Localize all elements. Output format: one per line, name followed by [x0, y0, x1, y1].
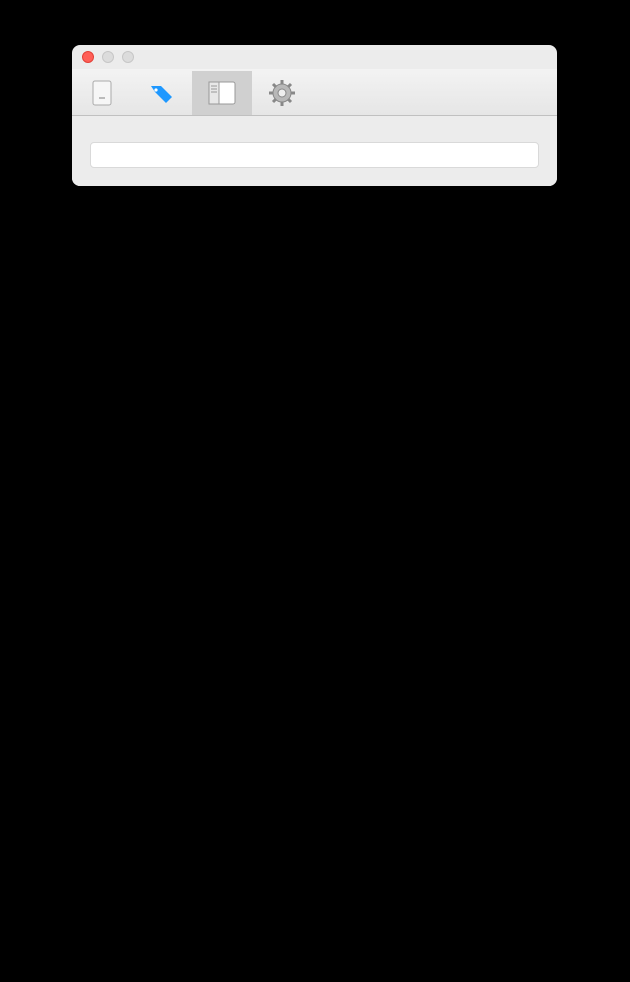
general-icon [86, 77, 118, 109]
gear-icon [266, 77, 298, 109]
sidebar-icon [206, 77, 238, 109]
tab-advanced[interactable] [252, 71, 312, 115]
content-area [72, 116, 557, 186]
close-button[interactable] [82, 51, 94, 63]
titlebar[interactable] [72, 45, 557, 69]
tab-tags[interactable] [132, 71, 192, 115]
tab-sidebar[interactable] [192, 71, 252, 115]
tab-general[interactable] [72, 71, 132, 115]
window-controls [82, 51, 134, 63]
minimize-button[interactable] [102, 51, 114, 63]
zoom-button[interactable] [122, 51, 134, 63]
tags-icon [146, 77, 178, 109]
preferences-window [72, 45, 557, 186]
sidebar-items-panel [90, 142, 539, 168]
toolbar [72, 69, 557, 116]
